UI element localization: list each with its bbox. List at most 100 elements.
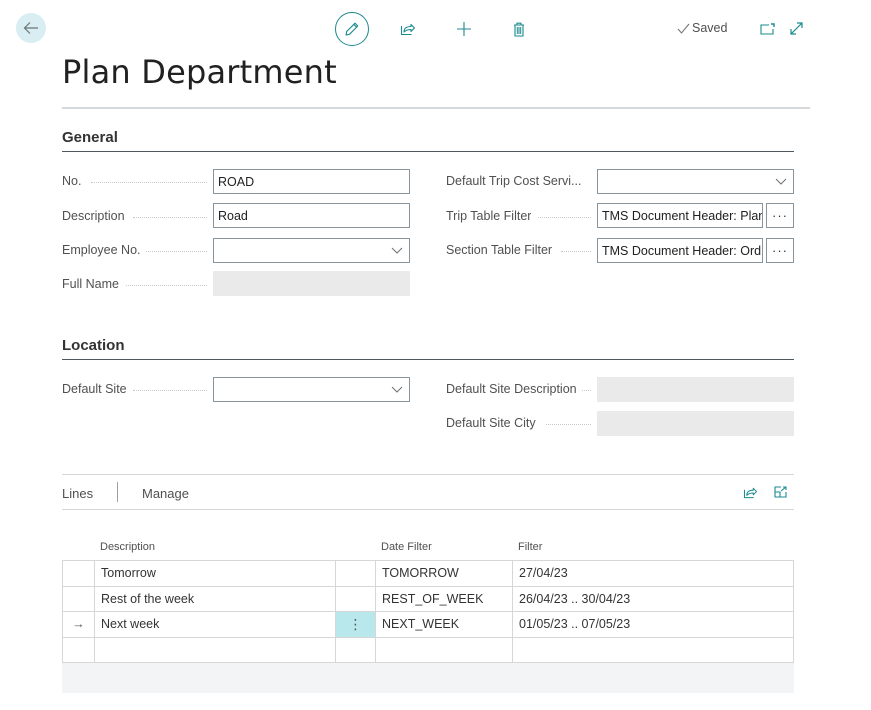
default-site-dropdown[interactable] [213,377,410,402]
description-value: Road [218,208,248,223]
lines-share-button[interactable] [741,483,759,501]
filter-cell[interactable]: 01/05/23 .. 07/05/23 [513,612,794,637]
saved-status: Saved [677,21,727,35]
checkmark-icon [677,23,690,34]
row-selector[interactable] [62,561,95,586]
trip-table-filter-value: TMS Document Header: Plan [602,208,763,223]
title-divider [62,107,810,109]
default-site-description-label: Default Site Description [446,382,577,396]
default-site-description-field [597,377,794,402]
lines-top-divider [62,474,794,475]
full-name-label: Full Name [62,277,119,291]
description-cell[interactable]: Tomorrow [95,561,336,586]
column-header-filter[interactable]: Filter [518,541,542,553]
arrow-left-icon [23,22,38,34]
page-title: Plan Department [62,53,337,91]
back-button[interactable] [16,13,46,43]
table-row-selected[interactable]: → Next week ⋮ NEXT_WEEK 01/05/23 .. 07/0… [62,612,794,638]
no-label: No. [62,174,82,188]
date-filter-cell[interactable]: REST_OF_WEEK [376,586,513,611]
section-table-filter-field[interactable]: TMS Document Header: Ord [597,238,763,263]
date-filter-cell[interactable]: NEXT_WEEK [376,612,513,637]
column-header-date-filter[interactable]: Date Filter [381,541,432,553]
row-selector[interactable]: → [62,612,95,637]
leader-dots [126,285,207,286]
description-cell[interactable]: Next week [95,612,336,637]
chevron-down-icon [391,247,403,254]
manage-tab[interactable]: Manage [142,486,189,501]
column-header-description[interactable]: Description [100,541,155,553]
row-selector[interactable] [62,637,95,662]
leader-dots [538,217,591,218]
filter-cell[interactable] [513,637,794,662]
leader-dots [146,251,207,252]
table-row-new[interactable] [62,637,794,663]
plus-icon [457,22,471,36]
table-row[interactable]: Rest of the week REST_OF_WEEK 26/04/23 .… [62,586,794,612]
leader-dots [133,217,207,218]
lines-bottom-divider [62,509,794,510]
general-section-title[interactable]: General [62,129,118,146]
edit-button[interactable] [335,12,369,46]
row-actions-button[interactable]: ⋮ [336,612,376,637]
employee-no-dropdown[interactable] [213,238,410,263]
row-actions-cell[interactable] [336,637,376,662]
location-section-title[interactable]: Location [62,337,125,354]
share-icon [743,487,757,498]
description-cell[interactable] [95,637,336,662]
filter-cell[interactable]: 26/04/23 .. 30/04/23 [513,586,794,611]
lines-expand-button[interactable] [771,483,789,501]
row-selector[interactable] [62,586,95,611]
more-options-icon: ⋮ [348,615,363,632]
expand-button[interactable] [786,18,806,38]
share-icon [400,23,416,36]
description-label: Description [62,209,125,223]
no-field[interactable]: ROAD [213,169,410,194]
date-filter-cell[interactable]: TOMORROW [376,561,513,586]
delete-button[interactable] [508,18,530,40]
table-row[interactable]: Tomorrow TOMORROW 27/04/23 [62,561,794,587]
default-site-city-field [597,411,794,436]
saved-label: Saved [692,21,728,35]
pencil-icon [345,22,359,36]
open-in-new-window-icon [759,23,775,35]
row-actions-cell[interactable] [336,561,376,586]
leader-dots [546,424,591,425]
filter-cell[interactable]: 27/04/23 [513,561,794,586]
default-trip-cost-service-dropdown[interactable] [597,169,794,194]
leader-dots [91,182,207,183]
row-actions-cell[interactable] [336,586,376,611]
share-button[interactable] [397,18,419,40]
lines-tab[interactable]: Lines [62,486,93,501]
default-trip-cost-service-label: Default Trip Cost Servi... [446,174,582,188]
lines-grid: Tomorrow TOMORROW 27/04/23 Rest of the w… [62,560,794,663]
leader-dots [133,390,207,391]
trash-icon [514,22,524,37]
no-value: ROAD [218,174,255,189]
leader-dots [582,390,591,391]
date-filter-cell[interactable] [376,637,513,662]
trip-table-filter-label: Trip Table Filter [446,209,532,223]
open-in-new-window-button[interactable] [757,19,777,39]
general-section-divider [62,151,794,152]
description-field[interactable]: Road [213,203,410,228]
description-cell[interactable]: Rest of the week [95,586,336,611]
trip-table-filter-field[interactable]: TMS Document Header: Plan [597,203,763,228]
default-site-label: Default Site [62,382,127,396]
current-row-arrow-icon: → [72,617,85,632]
chevron-down-icon [391,386,403,393]
location-section-divider [62,359,794,360]
expand-icon [789,21,803,35]
section-table-filter-value: TMS Document Header: Ord [602,243,762,258]
new-button[interactable] [453,18,475,40]
lines-tab-divider [117,482,118,502]
full-name-field [213,271,410,296]
section-table-filter-label: Section Table Filter [446,243,553,257]
leader-dots [561,251,591,252]
employee-no-label: Employee No. [62,243,141,257]
expand-view-icon [773,486,787,498]
section-table-filter-assist-button[interactable]: ··· [766,238,794,263]
trip-table-filter-assist-button[interactable]: ··· [766,203,794,228]
chevron-down-icon [775,178,787,185]
default-site-city-label: Default Site City [446,416,536,430]
